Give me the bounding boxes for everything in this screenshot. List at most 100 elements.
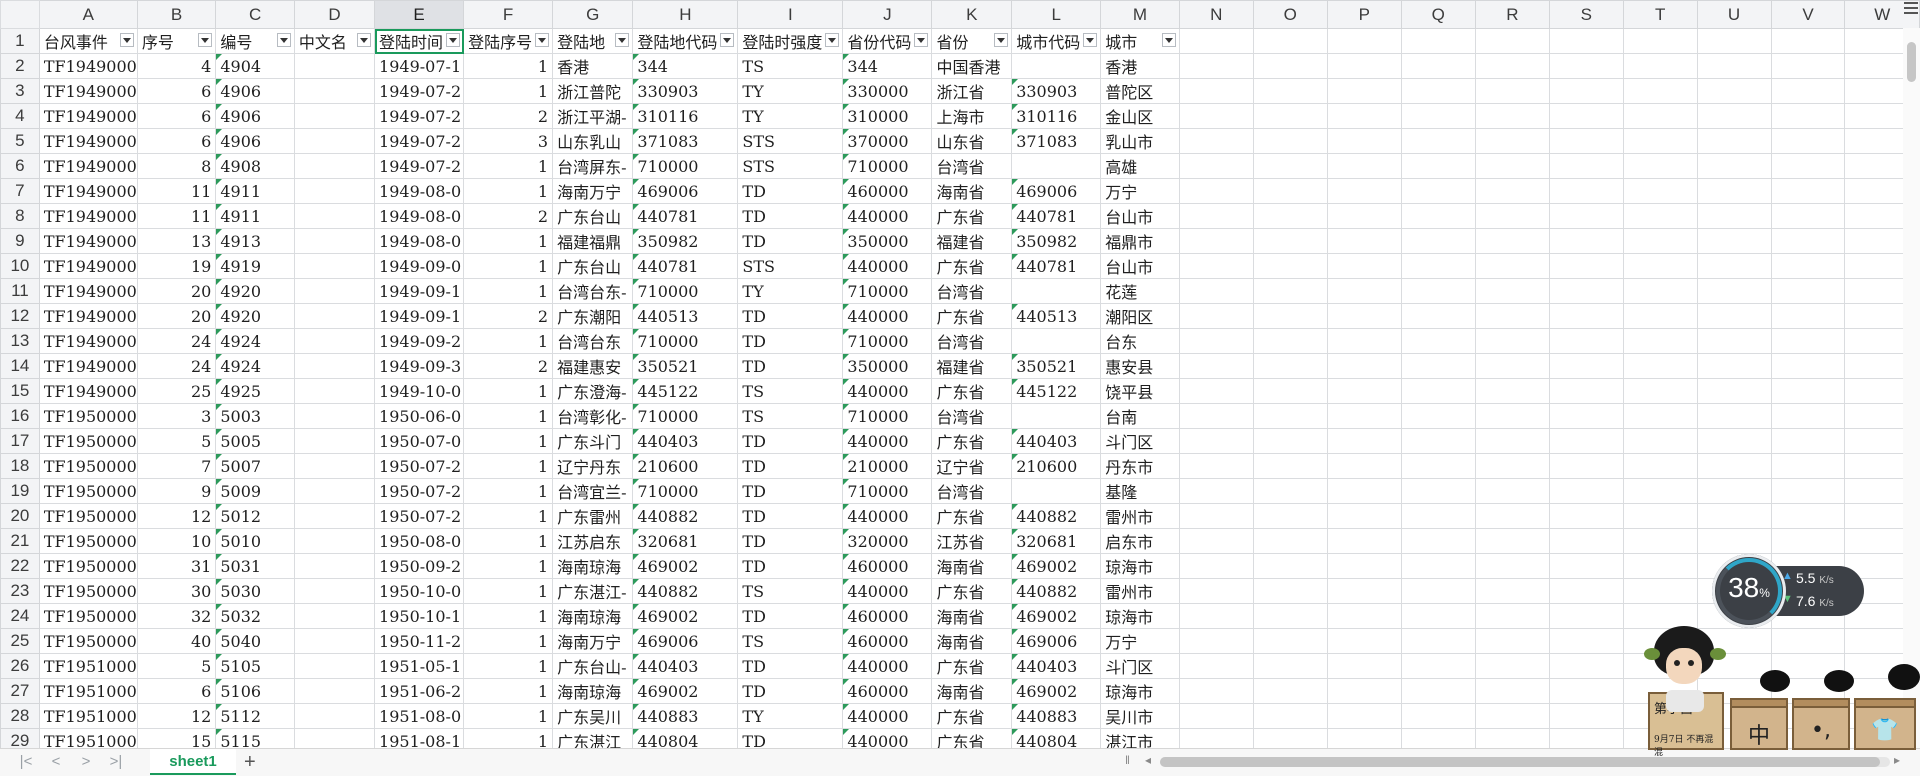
cell-o4[interactable] bbox=[1252, 103, 1328, 129]
cell-h11[interactable]: 710000 bbox=[632, 278, 739, 304]
cell-v5[interactable] bbox=[1770, 128, 1846, 154]
cell-h29[interactable]: 440804 bbox=[632, 728, 739, 748]
next-sheet-icon[interactable]: > bbox=[76, 753, 96, 771]
cell-i20[interactable]: TD bbox=[737, 503, 844, 529]
cell-j5[interactable]: 370000 bbox=[842, 128, 933, 154]
cell-g13[interactable]: 台湾台东 bbox=[552, 328, 634, 354]
cell-d26[interactable] bbox=[293, 653, 376, 679]
cell-a11[interactable]: TF1949000 bbox=[38, 278, 138, 304]
cell-m5[interactable]: 乳山市 bbox=[1100, 128, 1180, 154]
cell-f22[interactable]: 1 bbox=[463, 553, 554, 579]
cell-q13[interactable] bbox=[1400, 328, 1476, 354]
cell-o1[interactable] bbox=[1252, 28, 1328, 54]
cell-a28[interactable]: TF1951000 bbox=[38, 703, 138, 729]
cell-j14[interactable]: 350000 bbox=[842, 353, 933, 379]
cell-d2[interactable] bbox=[293, 53, 376, 79]
cell-j26[interactable]: 440000 bbox=[842, 653, 933, 679]
cell-q28[interactable] bbox=[1400, 703, 1476, 729]
cell-i4[interactable]: TY bbox=[737, 103, 844, 129]
cell-p14[interactable] bbox=[1326, 353, 1402, 379]
cell-o7[interactable] bbox=[1252, 178, 1328, 204]
cell-k19[interactable]: 台湾省 bbox=[931, 478, 1013, 504]
column-header-c[interactable]: C bbox=[215, 0, 295, 29]
cell-o9[interactable] bbox=[1252, 228, 1328, 254]
column-header-k[interactable]: K bbox=[931, 0, 1013, 29]
cell-q3[interactable] bbox=[1400, 78, 1476, 104]
cell-b8[interactable]: 11 bbox=[136, 203, 217, 229]
cell-h16[interactable]: 710000 bbox=[632, 403, 739, 429]
cell-a18[interactable]: TF1950000 bbox=[38, 453, 138, 479]
cell-p22[interactable] bbox=[1326, 553, 1402, 579]
cell-h10[interactable]: 440781 bbox=[632, 253, 739, 279]
cell-f15[interactable]: 1 bbox=[463, 378, 554, 404]
cell-b29[interactable]: 15 bbox=[136, 728, 217, 748]
cell-r27[interactable] bbox=[1474, 678, 1550, 704]
cell-f27[interactable]: 1 bbox=[463, 678, 554, 704]
cell-l28[interactable]: 440883 bbox=[1011, 703, 1102, 729]
cell-h7[interactable]: 469006 bbox=[632, 178, 739, 204]
cell-k12[interactable]: 广东省 bbox=[931, 303, 1013, 329]
cell-o11[interactable] bbox=[1252, 278, 1328, 304]
cell-e11[interactable]: 1949-09-1 bbox=[374, 278, 465, 304]
cell-g7[interactable]: 海南万宁 bbox=[552, 178, 634, 204]
cell-q14[interactable] bbox=[1400, 353, 1476, 379]
cell-v1[interactable] bbox=[1770, 28, 1846, 54]
cell-g3[interactable]: 浙江普陀 bbox=[552, 78, 634, 104]
cell-n9[interactable] bbox=[1178, 228, 1254, 254]
cell-g26[interactable]: 广东台山- bbox=[552, 653, 634, 679]
cell-i7[interactable]: TD bbox=[737, 178, 844, 204]
add-sheet-icon[interactable]: + bbox=[244, 751, 256, 773]
cell-j20[interactable]: 440000 bbox=[842, 503, 933, 529]
cell-f12[interactable]: 2 bbox=[463, 303, 554, 329]
cell-m27[interactable]: 琼海市 bbox=[1100, 678, 1180, 704]
cell-a20[interactable]: TF1950000 bbox=[38, 503, 138, 529]
cell-d7[interactable] bbox=[293, 178, 376, 204]
cell-a25[interactable]: TF1950000 bbox=[38, 628, 138, 654]
cell-r14[interactable] bbox=[1474, 353, 1550, 379]
cell-l17[interactable]: 440403 bbox=[1011, 428, 1102, 454]
cell-a15[interactable]: TF1949000 bbox=[38, 378, 138, 404]
cell-s12[interactable] bbox=[1548, 303, 1624, 329]
cell-j29[interactable]: 440000 bbox=[842, 728, 933, 748]
row-header-10[interactable]: 10 bbox=[0, 253, 40, 279]
cell-q10[interactable] bbox=[1400, 253, 1476, 279]
cell-h23[interactable]: 440882 bbox=[632, 578, 739, 604]
network-speed-widget[interactable]: ▲ 5.5 K/s ▼ 7.6 K/s 38% bbox=[1712, 554, 1864, 628]
cell-p15[interactable] bbox=[1326, 378, 1402, 404]
cell-j10[interactable]: 440000 bbox=[842, 253, 933, 279]
row-header-19[interactable]: 19 bbox=[0, 478, 40, 504]
cell-v3[interactable] bbox=[1770, 78, 1846, 104]
cell-o6[interactable] bbox=[1252, 153, 1328, 179]
cell-e14[interactable]: 1949-09-3 bbox=[374, 353, 465, 379]
cell-d12[interactable] bbox=[293, 303, 376, 329]
column-header-t[interactable]: T bbox=[1622, 0, 1698, 29]
cell-t6[interactable] bbox=[1622, 153, 1698, 179]
cell-f4[interactable]: 2 bbox=[463, 103, 554, 129]
cell-o5[interactable] bbox=[1252, 128, 1328, 154]
cell-e13[interactable]: 1949-09-2 bbox=[374, 328, 465, 354]
cell-a3[interactable]: TF1949000 bbox=[38, 78, 138, 104]
cell-o14[interactable] bbox=[1252, 353, 1328, 379]
cell-h8[interactable]: 440781 bbox=[632, 203, 739, 229]
cell-j18[interactable]: 210000 bbox=[842, 453, 933, 479]
cell-g10[interactable]: 广东台山 bbox=[552, 253, 634, 279]
column-header-e[interactable]: E bbox=[374, 0, 465, 29]
cell-g8[interactable]: 广东台山 bbox=[552, 203, 634, 229]
cell-t12[interactable] bbox=[1622, 303, 1698, 329]
cell-u5[interactable] bbox=[1696, 128, 1772, 154]
column-header-p[interactable]: P bbox=[1326, 0, 1402, 29]
cell-d23[interactable] bbox=[293, 578, 376, 604]
cell-m1[interactable]: 城市 bbox=[1100, 28, 1180, 54]
cell-e22[interactable]: 1950-09-2 bbox=[374, 553, 465, 579]
cell-a7[interactable]: TF1949000 bbox=[38, 178, 138, 204]
cell-c15[interactable]: 4925 bbox=[215, 378, 295, 404]
cell-t9[interactable] bbox=[1622, 228, 1698, 254]
cell-b1[interactable]: 序号 bbox=[136, 28, 217, 54]
cell-b20[interactable]: 12 bbox=[136, 503, 217, 529]
cell-e18[interactable]: 1950-07-2 bbox=[374, 453, 465, 479]
cell-k9[interactable]: 福建省 bbox=[931, 228, 1013, 254]
cell-l15[interactable]: 445122 bbox=[1011, 378, 1102, 404]
cell-k1[interactable]: 省份 bbox=[931, 28, 1013, 54]
cell-s21[interactable] bbox=[1548, 528, 1624, 554]
column-header-n[interactable]: N bbox=[1178, 0, 1254, 29]
